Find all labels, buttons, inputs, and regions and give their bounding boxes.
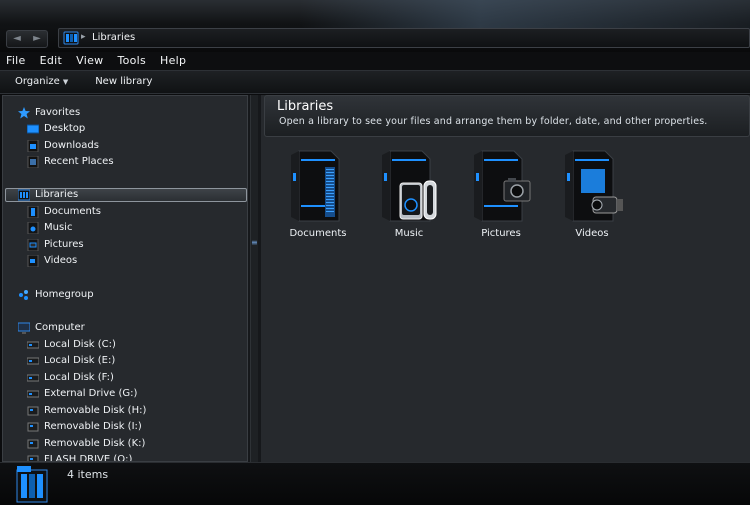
documents-library-icon xyxy=(291,150,340,222)
new-library-button[interactable]: New library xyxy=(80,71,164,93)
music-library-icon xyxy=(382,150,437,222)
nav-scrollbar[interactable] xyxy=(250,95,258,462)
drive-icon xyxy=(27,374,39,382)
pictures-library-icon xyxy=(474,150,531,222)
music-icon xyxy=(27,222,39,234)
splitter-grip-icon[interactable]: ≡ xyxy=(251,239,258,247)
nav-label: External Drive (G:) xyxy=(44,388,138,399)
chevron-down-icon: ▼ xyxy=(62,78,69,86)
page-title: Libraries xyxy=(277,99,334,114)
external-drive-icon xyxy=(27,390,39,398)
library-music[interactable]: Music xyxy=(369,147,449,242)
star-icon xyxy=(18,107,30,119)
videos-icon xyxy=(27,255,39,267)
nav-label: FLASH DRIVE (Q:) xyxy=(44,454,133,462)
nav-label: Music xyxy=(44,222,73,233)
nav-label: Videos xyxy=(44,255,78,266)
computer-icon xyxy=(18,322,30,334)
navigation-pane: Favorites Desktop Downloads Recent Place… xyxy=(2,95,248,462)
item-count: 4 items xyxy=(67,468,109,481)
library-pictures[interactable]: Pictures xyxy=(461,147,541,242)
nav-label: Desktop xyxy=(44,123,86,134)
nav-buttons: ◄ ► xyxy=(6,30,48,48)
desktop-icon xyxy=(27,124,39,134)
menu-help[interactable]: Help xyxy=(160,52,186,70)
library-label: Pictures xyxy=(481,228,521,239)
library-videos[interactable]: Videos xyxy=(552,147,632,242)
address-text: Libraries xyxy=(92,32,136,43)
library-label: Music xyxy=(394,228,424,239)
address-chevron-icon[interactable]: ▸ xyxy=(81,32,86,42)
organize-label: Organize xyxy=(15,76,60,87)
status-bar: 4 items xyxy=(0,462,750,505)
menu-file[interactable]: File xyxy=(6,52,26,70)
menu-view[interactable]: View xyxy=(76,52,103,70)
pictures-icon xyxy=(27,239,39,251)
forward-button[interactable]: ► xyxy=(27,31,47,47)
nav-label: Local Disk (C:) xyxy=(44,339,116,350)
nav-label: Documents xyxy=(44,206,102,217)
nav-label: Favorites xyxy=(35,107,81,118)
homegroup-icon xyxy=(19,290,28,300)
nav-label: Computer xyxy=(35,322,85,333)
removable-disk-icon xyxy=(27,439,39,449)
nav-label: Downloads xyxy=(44,140,99,151)
title-bar: ◄ ► ▸ Libraries xyxy=(0,0,750,52)
videos-library-icon xyxy=(565,150,623,222)
nav-label: Recent Places xyxy=(44,156,114,167)
command-bar: Organize ▼ New library xyxy=(0,70,750,94)
nav-label: Removable Disk (H:) xyxy=(44,405,147,416)
nav-label: Removable Disk (I:) xyxy=(44,421,142,432)
library-label: Videos xyxy=(575,228,609,239)
library-header: Libraries Open a library to see your fil… xyxy=(264,95,750,137)
nav-label: Removable Disk (K:) xyxy=(44,438,146,449)
titlebar-glass xyxy=(300,0,750,30)
nav-label: Local Disk (F:) xyxy=(44,372,114,383)
address-bar[interactable]: ▸ Libraries xyxy=(58,28,750,48)
library-label: Documents xyxy=(289,228,347,239)
removable-disk-icon xyxy=(27,422,39,432)
libraries-icon xyxy=(18,189,30,201)
nav-label: Homegroup xyxy=(35,289,94,300)
menu-bar: File Edit View Tools Help xyxy=(0,52,750,70)
nav-label: Pictures xyxy=(44,239,84,250)
documents-icon xyxy=(27,206,39,218)
recent-places-icon xyxy=(27,156,39,168)
libraries-large-icon xyxy=(16,466,48,503)
flash-drive-icon xyxy=(27,455,39,461)
downloads-icon xyxy=(27,140,39,152)
back-button[interactable]: ◄ xyxy=(7,31,27,47)
menu-tools[interactable]: Tools xyxy=(117,52,146,70)
page-subtitle: Open a library to see your files and arr… xyxy=(279,116,708,127)
removable-disk-icon xyxy=(27,406,39,416)
content-pane: Libraries Open a library to see your fil… xyxy=(261,95,750,462)
nav-label: Local Disk (E:) xyxy=(44,355,116,366)
pane-splitter[interactable]: ≡ xyxy=(248,95,261,462)
menu-edit[interactable]: Edit xyxy=(40,52,63,70)
library-documents[interactable]: Documents xyxy=(278,147,358,242)
drive-icon xyxy=(27,357,39,365)
libraries-icon xyxy=(63,31,79,45)
nav-label: Libraries xyxy=(35,189,79,200)
drive-icon xyxy=(27,341,39,349)
organize-button[interactable]: Organize ▼ xyxy=(0,71,80,93)
